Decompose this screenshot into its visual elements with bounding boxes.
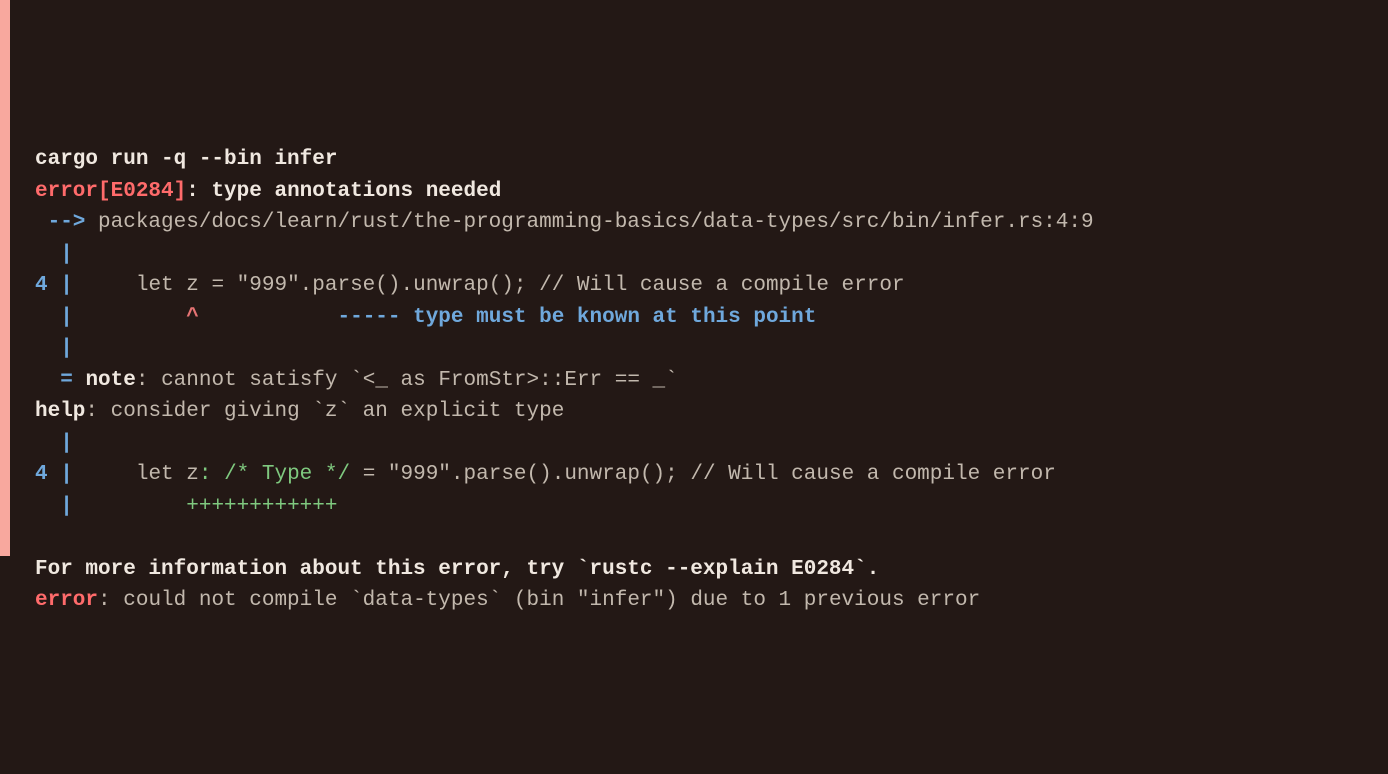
- gutter-pipe: |: [60, 243, 73, 266]
- note-equals: =: [60, 369, 85, 392]
- gutter-pipe: |: [60, 274, 73, 297]
- line-number: 4: [35, 463, 48, 486]
- suggestion-code-pre: let z: [136, 463, 199, 486]
- error-message: type annotations needed: [211, 180, 501, 203]
- line-number: 4: [35, 274, 48, 297]
- code-indent: [73, 463, 136, 486]
- error-caret: ^: [186, 306, 199, 329]
- final-error-label: error: [35, 589, 98, 612]
- gutter-pipe: |: [60, 432, 73, 455]
- error-colon: :: [186, 180, 211, 203]
- help-label: help: [35, 400, 85, 423]
- final-error-text: could not compile `data-types` (bin "inf…: [123, 589, 980, 612]
- note-label: note: [85, 369, 135, 392]
- gutter-pipe: |: [60, 463, 73, 486]
- dash-indent: [199, 306, 338, 329]
- gutter-spacing: [35, 432, 60, 455]
- note-colon: :: [136, 369, 161, 392]
- final-error-colon: :: [98, 589, 123, 612]
- location-arrow: -->: [35, 211, 98, 234]
- source-code-line-1: let z = "999".parse().unwrap(); // Will …: [136, 274, 905, 297]
- help-colon: :: [85, 400, 110, 423]
- suggestion-insertion: : /* Type */: [199, 463, 350, 486]
- gutter-spacing: [35, 337, 60, 360]
- suggestion-code-post: = "999".parse().unwrap(); // Will cause …: [350, 463, 1056, 486]
- command-line: cargo run -q --bin infer: [35, 148, 337, 171]
- error-label: error: [35, 180, 98, 203]
- caret-indent: [73, 306, 186, 329]
- terminal-output: cargo run -q --bin infer error[E0284]: t…: [10, 126, 1388, 617]
- suggestion-plus-markers: ++++++++++++: [186, 495, 337, 518]
- secondary-span-dashes: -----: [337, 306, 400, 329]
- gutter-pipe: |: [60, 337, 73, 360]
- gutter-spacing: [35, 243, 60, 266]
- error-code: [E0284]: [98, 180, 186, 203]
- note-text: cannot satisfy `<_ as FromStr>::Err == _…: [161, 369, 678, 392]
- eq-indent: [35, 369, 60, 392]
- inline-note-text: type must be known at this point: [401, 306, 817, 329]
- more-info-line: For more information about this error, t…: [35, 558, 879, 581]
- plus-indent: [73, 495, 186, 518]
- gutter-spacing: [35, 495, 60, 518]
- gutter-spacing: [35, 306, 60, 329]
- file-path: packages/docs/learn/rust/the-programming…: [98, 211, 1094, 234]
- code-indent: [73, 274, 136, 297]
- help-text: consider giving `z` an explicit type: [111, 400, 565, 423]
- gutter-pipe: |: [60, 306, 73, 329]
- gutter-pipe: |: [60, 495, 73, 518]
